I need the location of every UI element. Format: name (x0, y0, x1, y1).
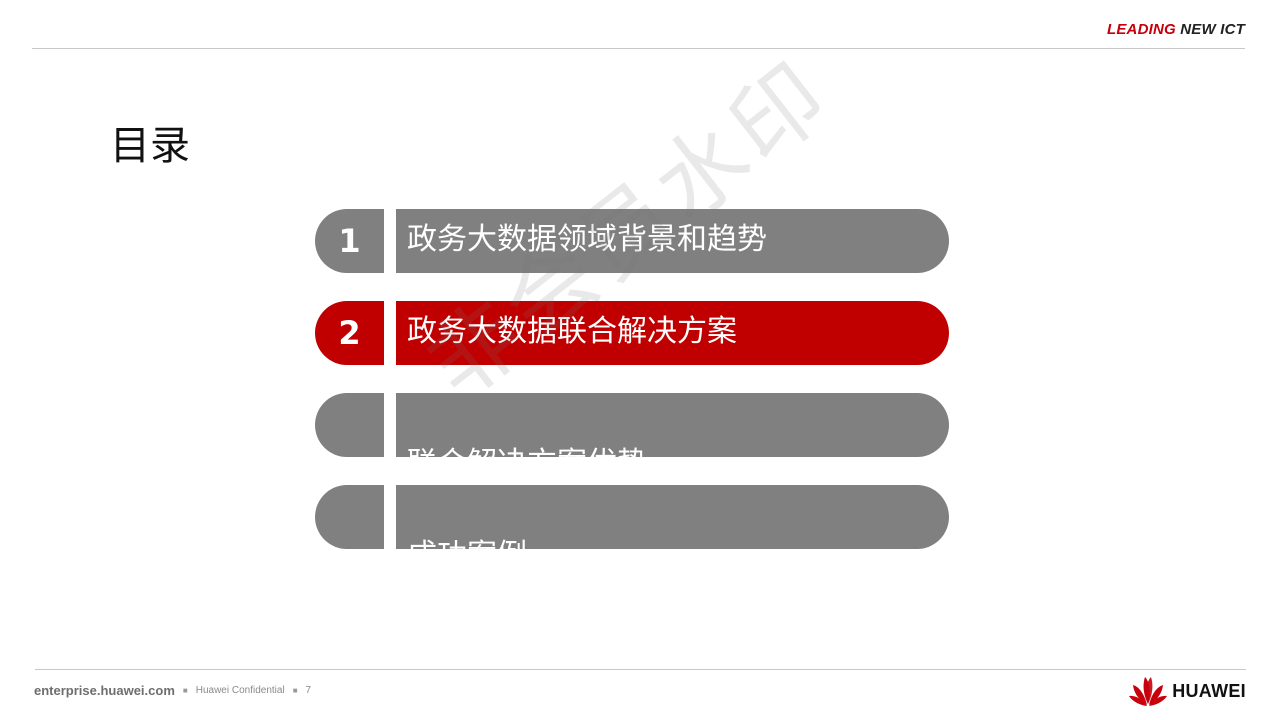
brand-leading-text: LEADING (1106, 21, 1176, 38)
toc-item-1[interactable]: 1 政务大数据领域背景和趋势 (315, 209, 949, 273)
toc-item-3[interactable]: 3 联合解决方案优势 (315, 393, 949, 457)
toc-item-number: 3 (315, 441, 384, 457)
footer-separator-dot: ■ (182, 686, 188, 695)
huawei-wordmark: HUAWEI (1172, 680, 1246, 701)
brand-tagline: LEADING NEW ICT (1107, 21, 1245, 38)
footer-site-link[interactable]: enterprise.huawei.com (34, 683, 175, 698)
toc-item-label: 政务大数据联合解决方案 (407, 314, 737, 349)
toc-item-separator (384, 393, 396, 457)
footer-confidential-label: Huawei Confidential (195, 685, 285, 696)
toc-item-label: 成功案例 (407, 537, 737, 549)
toc-item-2[interactable]: 2 政务大数据联合解决方案 (315, 301, 949, 365)
huawei-petal-icon (1129, 677, 1168, 706)
toc-item-4[interactable]: 4 成功案例 (315, 485, 949, 549)
toc-item-separator (384, 301, 396, 365)
toc-item-number: 1 (338, 222, 361, 260)
page-number: 7 (305, 685, 312, 696)
toc-item-label: 政务大数据领域背景和趋势 (407, 222, 767, 257)
table-of-contents: 1 政务大数据领域背景和趋势 2 政务大数据联合解决方案 3 联合解决方案优势 … (315, 209, 949, 577)
huawei-logo: HUAWEI (1128, 674, 1246, 708)
bottom-divider (35, 669, 1246, 670)
footer-separator-dot: ■ (292, 686, 298, 695)
top-divider (32, 48, 1245, 49)
toc-item-separator (384, 209, 396, 273)
brand-rest-text: NEW ICT (1180, 21, 1245, 38)
toc-item-number: 2 (338, 314, 361, 352)
toc-item-number: 4 (315, 533, 384, 549)
toc-item-label: 联合解决方案优势 (407, 445, 737, 457)
toc-item-separator (384, 485, 396, 549)
footer: enterprise.huawei.com ■ Huawei Confident… (34, 683, 311, 698)
page-title: 目录 (110, 123, 190, 169)
